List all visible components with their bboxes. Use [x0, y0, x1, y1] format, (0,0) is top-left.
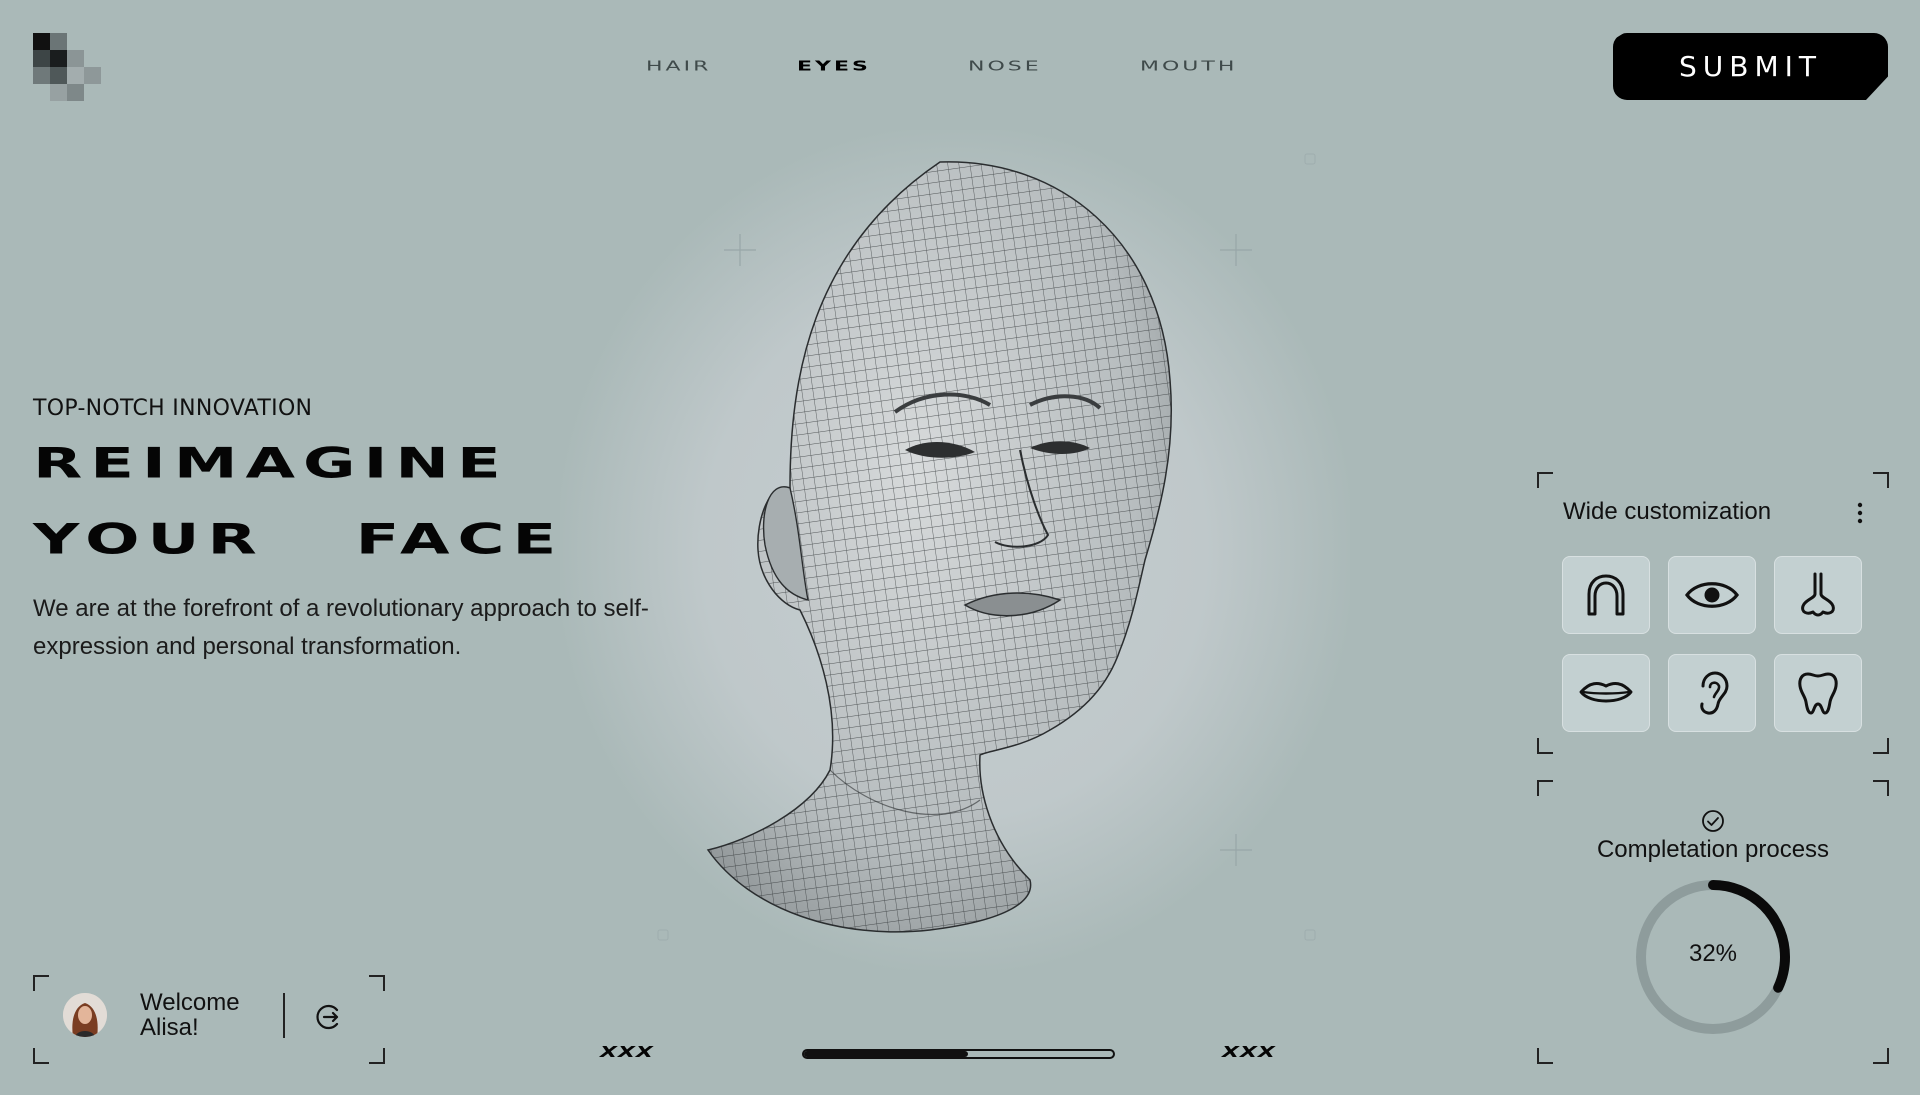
panel-corner	[1537, 472, 1553, 488]
customization-title: Wide customization	[1563, 498, 1772, 525]
feature-tile-tooth[interactable]	[1774, 654, 1862, 732]
user-name: Alisa!	[140, 1014, 199, 1041]
nav-item-nose[interactable]: NOSE	[968, 57, 1042, 77]
slider-track[interactable]	[802, 1049, 1115, 1059]
more-vertical-icon[interactable]	[1855, 500, 1865, 526]
user-box-corner	[369, 1048, 385, 1064]
eye-icon	[1685, 582, 1739, 608]
user-box-corner	[33, 975, 49, 991]
slider-next-label[interactable]: XXX	[1222, 1044, 1276, 1062]
panel-corner	[1873, 472, 1889, 488]
divider	[283, 993, 285, 1038]
marker-square-icon	[1304, 929, 1316, 941]
panel-corner	[1873, 780, 1889, 796]
feature-tile-nose[interactable]	[1774, 556, 1862, 634]
logo-pixel	[50, 33, 67, 50]
hero-title-line1: REIMAGINE	[33, 440, 509, 489]
nose-icon	[1801, 572, 1835, 617]
tooth-icon	[1798, 672, 1838, 715]
panel-corner	[1537, 1048, 1553, 1064]
feature-tile-eye[interactable]	[1668, 556, 1756, 634]
user-avatar-image	[63, 993, 107, 1037]
user-box-corner	[33, 1048, 49, 1064]
hero-tagline: TOP-NOTCH INNOVATION	[33, 396, 313, 421]
marker-square-icon	[657, 929, 669, 941]
hero-title-line2: YOUR FACE	[33, 516, 565, 565]
progress-title: Completation process	[1596, 836, 1830, 863]
ear-icon	[1700, 671, 1729, 715]
logout-icon[interactable]	[315, 1003, 343, 1031]
feature-tile-lips[interactable]	[1562, 654, 1650, 732]
user-box-corner	[369, 975, 385, 991]
panel-corner	[1537, 738, 1553, 754]
welcome-greeting: Welcome	[140, 989, 240, 1016]
hero-description: We are at the forefront of a revolutiona…	[33, 595, 649, 660]
nav-item-hair[interactable]: HAIR	[646, 57, 711, 77]
nav-item-mouth[interactable]: MOUTH	[1140, 57, 1237, 77]
wireframe-head-image	[706, 161, 1173, 933]
lips-icon	[1579, 682, 1633, 703]
avatar[interactable]	[63, 993, 107, 1037]
check-circle-icon	[1702, 810, 1724, 832]
panel-corner	[1873, 738, 1889, 754]
slider-fill	[804, 1051, 968, 1057]
welcome-text: Welcome Alisa!	[140, 990, 240, 1040]
panel-corner	[1873, 1048, 1889, 1064]
slider-prev-label[interactable]: XXX	[600, 1044, 654, 1062]
feature-tile-hair[interactable]	[1562, 556, 1650, 634]
logo-pixel	[33, 33, 50, 50]
panel-corner	[1537, 780, 1553, 796]
submit-button[interactable]: SUBMIT	[1613, 33, 1888, 100]
marker-square-icon	[1304, 153, 1316, 165]
progress-percentage: 32%	[1688, 940, 1738, 967]
feature-tile-ear[interactable]	[1668, 654, 1756, 732]
nav-item-eyes[interactable]: EYES	[797, 57, 871, 77]
hair-icon	[1587, 574, 1625, 616]
